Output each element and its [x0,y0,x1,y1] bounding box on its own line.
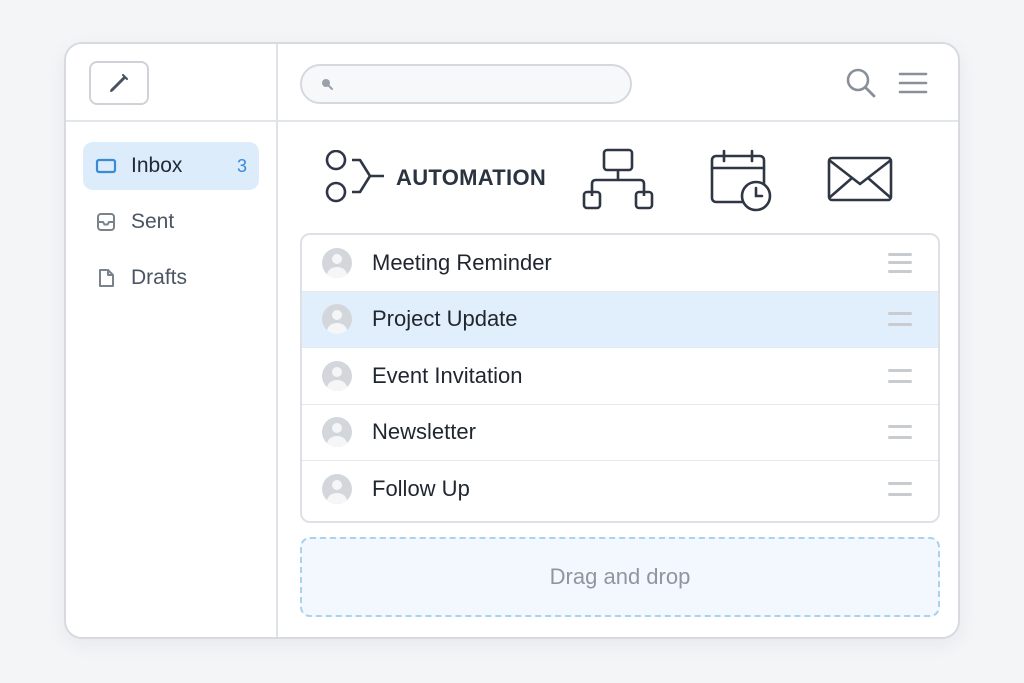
sidebar-nav: Inbox 3 Sent Drafts [83,142,259,310]
drag-handle-icon[interactable] [888,312,912,327]
toolbar: AUTOMATION [278,144,958,220]
tray-icon [95,211,117,233]
hamburger-icon[interactable] [896,66,930,100]
message-subject: Event Invitation [372,362,523,388]
avatar [322,304,352,335]
inbox-icon [95,155,117,177]
message-subject: Newsletter [372,419,476,445]
sidebar-header [66,44,276,122]
list-item[interactable]: Follow Up [302,461,938,518]
list-item[interactable]: Project Update [302,291,938,348]
envelope-icon[interactable] [826,148,896,208]
sidebar-item-drafts[interactable]: Drafts [83,254,259,302]
mail-window: Inbox 3 Sent Drafts AUTOMATION Meeting R… [64,42,960,639]
message-subject: Project Update [372,306,518,332]
hierarchy-icon[interactable] [582,148,656,212]
sidebar-item-label: Drafts [131,266,188,289]
compose-button[interactable] [89,61,149,105]
drag-handle-icon[interactable] [888,368,912,383]
avatar [322,247,352,278]
avatar [322,474,352,505]
message-list: Meeting Reminder Project Update Event In… [300,233,940,523]
list-item[interactable]: Meeting Reminder [302,235,938,292]
automation-label: AUTOMATION [396,165,547,190]
avatar [322,360,352,391]
top-bar [278,44,958,122]
main-panel: AUTOMATION Meeting Reminder Project Upda… [278,44,958,637]
sidebar: Inbox 3 Sent Drafts [66,44,278,637]
automation-button[interactable]: AUTOMATION [324,150,546,206]
drag-handle-icon[interactable] [888,482,912,497]
avatar [322,417,352,448]
calendar-clock-icon[interactable] [710,148,774,212]
list-item[interactable]: Newsletter [302,405,938,461]
sidebar-item-inbox[interactable]: Inbox 3 [83,142,259,190]
search-input[interactable] [342,74,626,94]
message-subject: Follow Up [372,476,470,502]
pencil-icon [110,74,128,92]
sidebar-item-label: Inbox [131,154,183,177]
search-icon[interactable] [844,66,878,100]
sidebar-item-sent[interactable]: Sent [83,198,259,246]
workflow-icon [325,150,384,203]
drag-handle-icon[interactable] [888,425,912,440]
sidebar-item-label: Sent [131,210,175,233]
message-subject: Meeting Reminder [372,249,552,275]
search-box[interactable] [300,64,632,104]
search-small-icon [322,79,333,90]
drop-zone-label: Drag and drop [549,564,691,589]
document-icon [95,267,117,289]
drop-zone[interactable]: Drag and drop [300,537,940,617]
unread-count-badge: 3 [236,155,247,176]
drag-handle-icon[interactable] [888,252,912,273]
list-item[interactable]: Event Invitation [302,348,938,405]
